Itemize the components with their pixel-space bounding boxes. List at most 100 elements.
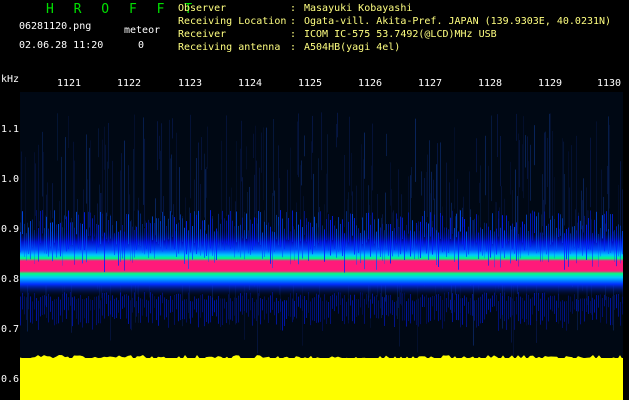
band-streak xyxy=(328,301,329,318)
time-tick-label: 1122 xyxy=(117,78,142,89)
band-streak xyxy=(218,295,219,324)
band-streak xyxy=(194,296,195,310)
band-streak xyxy=(374,219,375,244)
band-streak xyxy=(244,292,245,311)
band-streak xyxy=(228,214,229,246)
band-streak xyxy=(616,294,617,309)
band-streak xyxy=(224,218,225,251)
band-streak xyxy=(296,293,297,319)
noise-streak xyxy=(171,154,172,213)
band-streak xyxy=(604,294,605,307)
band-streak xyxy=(464,219,465,250)
noise-streak xyxy=(563,141,564,241)
band-streak xyxy=(44,295,45,315)
band-streak xyxy=(236,211,237,243)
band-streak xyxy=(34,230,35,264)
band-streak xyxy=(466,231,467,257)
noise-streak xyxy=(454,127,455,209)
band-streak xyxy=(482,229,483,256)
band-streak xyxy=(454,228,455,262)
band-streak xyxy=(140,298,141,323)
noise-streak xyxy=(534,125,535,166)
band-streak xyxy=(196,214,197,255)
band-streak xyxy=(94,296,95,310)
time-tick-label: 1124 xyxy=(238,78,263,89)
band-streak xyxy=(604,213,605,252)
band-streak xyxy=(612,214,613,242)
band-streak xyxy=(504,230,505,259)
band-streak xyxy=(444,227,445,252)
band-streak xyxy=(358,228,359,253)
band-streak xyxy=(348,298,349,324)
band-streak xyxy=(332,294,333,309)
band-streak xyxy=(178,293,179,322)
band-streak xyxy=(328,214,329,251)
band-streak xyxy=(188,292,189,313)
noise-streak xyxy=(547,137,548,187)
band-streak xyxy=(424,210,425,238)
band-streak xyxy=(510,225,511,264)
noise-streak xyxy=(491,115,492,202)
info-label: Receiving Location xyxy=(178,16,287,27)
noise-streak xyxy=(415,118,416,182)
noise-streak xyxy=(206,166,207,198)
band-streak xyxy=(484,222,485,259)
band-streak xyxy=(586,298,587,312)
band-streak xyxy=(142,224,143,253)
band-streak xyxy=(566,229,567,260)
noise-streak xyxy=(609,124,610,209)
band-streak xyxy=(22,292,23,310)
time-tick-label: 1130 xyxy=(597,78,622,89)
band-streak xyxy=(168,300,169,328)
band-streak xyxy=(540,298,541,325)
band-streak xyxy=(446,298,447,313)
band-streak xyxy=(462,298,463,325)
band-streak xyxy=(450,299,451,310)
band-streak xyxy=(566,301,567,331)
band-streak xyxy=(90,212,91,236)
band-streak xyxy=(416,299,417,326)
band-streak xyxy=(484,292,485,320)
band-streak xyxy=(30,296,31,323)
band-streak xyxy=(390,294,391,314)
band-streak xyxy=(236,297,237,324)
band-streak xyxy=(594,299,595,313)
band-streak xyxy=(406,301,407,327)
band-streak xyxy=(362,217,363,244)
band-streak xyxy=(538,292,539,312)
band-streak xyxy=(424,296,425,308)
band-streak xyxy=(438,294,439,322)
band-streak xyxy=(398,227,399,257)
noise-streak xyxy=(301,160,302,186)
band-streak xyxy=(216,228,217,261)
noise-streak xyxy=(35,163,36,216)
band-streak xyxy=(166,299,167,318)
band-streak xyxy=(246,292,247,313)
noise-streak xyxy=(83,189,84,225)
band-streak xyxy=(94,215,95,237)
band-streak xyxy=(324,229,325,262)
band-streak xyxy=(320,297,321,322)
band-streak xyxy=(70,222,71,245)
band-streak xyxy=(218,213,219,246)
band-streak xyxy=(488,298,489,310)
band-streak xyxy=(84,299,85,319)
band-streak xyxy=(210,295,211,323)
band-streak xyxy=(292,210,293,242)
band-streak xyxy=(42,295,43,315)
band-streak xyxy=(470,216,471,251)
band-streak xyxy=(314,216,315,247)
info-row-receiver: Receiver: ICOM IC-575 53.7492(@LCD)MHz US… xyxy=(178,29,497,40)
band-streak xyxy=(486,292,487,315)
band-streak xyxy=(338,292,339,314)
band-streak xyxy=(192,301,193,318)
noise-streak xyxy=(43,151,44,231)
band-streak xyxy=(226,220,227,244)
noise-streak xyxy=(421,171,422,196)
noise-streak xyxy=(261,132,262,173)
band-streak xyxy=(276,214,277,240)
band-streak xyxy=(386,294,387,316)
band-streak xyxy=(452,210,453,234)
band-streak xyxy=(274,301,275,316)
band-streak xyxy=(554,219,555,259)
